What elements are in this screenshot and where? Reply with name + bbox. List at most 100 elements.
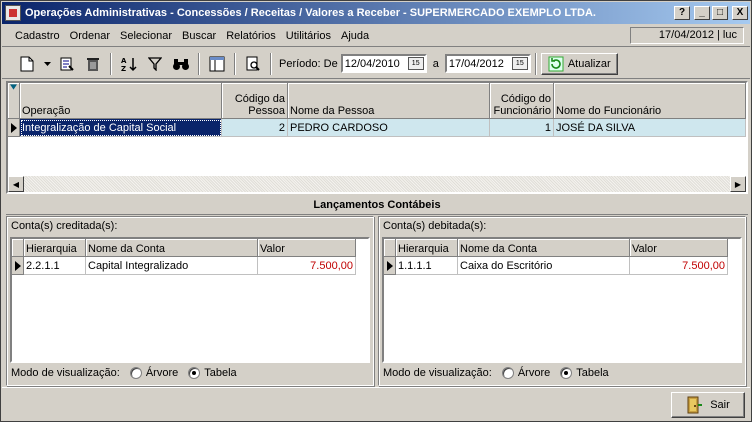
columns-icon[interactable] xyxy=(204,52,230,76)
atualizar-button[interactable]: Atualizar xyxy=(540,52,618,75)
radio-arvore[interactable] xyxy=(129,367,142,379)
header-indicator xyxy=(12,239,24,257)
open-icon[interactable] xyxy=(54,52,80,76)
view-mode-label: Modo de visualização: xyxy=(11,367,120,379)
scroll-track[interactable] xyxy=(24,176,730,192)
radio-arvore[interactable] xyxy=(501,367,514,379)
delete-icon[interactable] xyxy=(80,52,106,76)
cell-codigo-funcionario[interactable]: 1 xyxy=(490,119,554,137)
cell-hierarquia[interactable]: 1.1.1.1 xyxy=(396,257,458,275)
binoculars-icon[interactable] xyxy=(168,52,194,76)
debit-panel: Conta(s) debitada(s): Hierarquia Nome da… xyxy=(378,216,746,386)
col-header-nome-funcionario[interactable]: Nome do Funcionário xyxy=(554,83,746,119)
sair-button[interactable]: Sair xyxy=(671,392,745,418)
radio-tabela[interactable] xyxy=(188,367,201,379)
col-header-nome-conta[interactable]: Nome da Conta xyxy=(86,239,258,257)
help-button[interactable]: ? xyxy=(674,6,690,20)
menu-selecionar[interactable]: Selecionar xyxy=(115,30,177,42)
cell-nome-conta[interactable]: Capital Integralizado xyxy=(86,257,258,275)
row-pointer-icon xyxy=(386,260,393,271)
date-to-value: 17/04/2012 xyxy=(448,57,504,70)
date-to-input[interactable]: 17/04/2012 15 xyxy=(444,54,531,73)
col-header-hierarquia[interactable]: Hierarquia xyxy=(396,239,458,257)
cell-valor[interactable]: 7.500,00 xyxy=(258,257,356,275)
table-row[interactable]: 2.2.1.1 Capital Integralizado 7.500,00 xyxy=(12,257,356,275)
cell-codigo-pessoa[interactable]: 2 xyxy=(222,119,288,137)
header-indicator xyxy=(384,239,396,257)
cell-nome-conta[interactable]: Caixa do Escritório xyxy=(458,257,630,275)
window-title: Operações Administrativas - Concessões /… xyxy=(25,7,596,19)
scroll-left-icon[interactable]: ◀ xyxy=(8,176,24,192)
preview-icon[interactable] xyxy=(240,52,266,76)
horizontal-scrollbar[interactable]: ◀ ▶ xyxy=(8,176,746,192)
filter-icon[interactable] xyxy=(142,52,168,76)
col-header-codigo-funcionario[interactable]: Código do Funcionário xyxy=(490,83,554,119)
lancamentos-title: Lançamentos Contábeis xyxy=(6,195,748,215)
menu-bar: Cadastro Ordenar Selecionar Buscar Relat… xyxy=(2,25,750,47)
operations-grid[interactable]: Operação Código da Pessoa Nome da Pessoa… xyxy=(6,81,748,194)
grid-header: Hierarquia Nome da Conta Valor xyxy=(12,239,356,257)
atualizar-label: Atualizar xyxy=(567,57,611,70)
close-button[interactable]: X xyxy=(732,6,748,20)
calendar-icon[interactable]: 15 xyxy=(511,57,528,70)
credit-title: Conta(s) creditada(s): xyxy=(11,220,118,232)
header-indicator xyxy=(8,83,20,119)
menu-ordenar[interactable]: Ordenar xyxy=(65,30,115,42)
radio-tabela-label[interactable]: Tabela xyxy=(576,367,608,379)
date-from-input[interactable]: 12/04/2010 15 xyxy=(340,54,427,73)
col-header-nome-conta[interactable]: Nome da Conta xyxy=(458,239,630,257)
maximize-button[interactable]: □ xyxy=(712,6,728,20)
table-row[interactable]: 1.1.1.1 Caixa do Escritório 7.500,00 xyxy=(384,257,728,275)
minimize-button[interactable]: _ xyxy=(694,6,710,20)
sort-icon[interactable]: AZ xyxy=(116,52,142,76)
col-header-valor[interactable]: Valor xyxy=(258,239,356,257)
row-indicator xyxy=(384,257,396,275)
debit-title: Conta(s) debitada(s): xyxy=(383,220,487,232)
menu-cadastro[interactable]: Cadastro xyxy=(2,30,65,42)
title-bar[interactable]: Operações Administrativas - Concessões /… xyxy=(2,2,750,24)
exit-door-icon xyxy=(687,396,703,414)
row-pointer-icon xyxy=(14,260,21,271)
row-indicator xyxy=(8,119,20,137)
col-header-valor[interactable]: Valor xyxy=(630,239,728,257)
menu-buscar[interactable]: Buscar xyxy=(177,30,221,42)
grid-header: Operação Código da Pessoa Nome da Pessoa… xyxy=(8,83,746,119)
table-row[interactable]: Integralização de Capital Social 2 PEDRO… xyxy=(8,119,746,137)
radio-arvore-label[interactable]: Árvore xyxy=(146,367,178,379)
col-header-operacao[interactable]: Operação xyxy=(20,83,222,119)
debit-view-mode: Modo de visualização: Árvore Tabela xyxy=(383,367,609,379)
calendar-icon[interactable]: 15 xyxy=(407,57,424,70)
sair-label: Sair xyxy=(710,399,730,411)
cell-operacao[interactable]: Integralização de Capital Social xyxy=(20,119,222,137)
a-label: a xyxy=(432,57,439,70)
row-pointer-icon xyxy=(10,122,17,133)
new-icon[interactable] xyxy=(14,52,40,76)
periodo-label: Período: De xyxy=(279,57,338,70)
col-header-codigo-pessoa[interactable]: Código da Pessoa xyxy=(222,83,288,119)
cell-nome-funcionario[interactable]: JOSÉ DA SILVA xyxy=(554,119,746,137)
footer: Sair xyxy=(2,387,750,421)
window: Operações Administrativas - Concessões /… xyxy=(0,0,752,422)
radio-arvore-label[interactable]: Árvore xyxy=(518,367,550,379)
radio-tabela[interactable] xyxy=(560,367,573,379)
view-mode-label: Modo de visualização: xyxy=(383,367,492,379)
cell-hierarquia[interactable]: 2.2.1.1 xyxy=(24,257,86,275)
refresh-icon xyxy=(548,56,564,71)
cell-nome-pessoa[interactable]: PEDRO CARDOSO xyxy=(288,119,490,137)
col-header-nome-pessoa[interactable]: Nome da Pessoa xyxy=(288,83,490,119)
credit-panel: Conta(s) creditada(s): Hierarquia Nome d… xyxy=(6,216,374,386)
radio-tabela-label[interactable]: Tabela xyxy=(204,367,236,379)
credit-view-mode: Modo de visualização: Árvore Tabela xyxy=(11,367,237,379)
debit-grid[interactable]: Hierarquia Nome da Conta Valor 1.1.1.1 C… xyxy=(382,237,742,363)
col-header-hierarquia[interactable]: Hierarquia xyxy=(24,239,86,257)
svg-text:A: A xyxy=(121,57,127,65)
status-date-user: 17/04/2012 | luc xyxy=(630,27,744,44)
menu-ajuda[interactable]: Ajuda xyxy=(336,30,374,42)
dropdown-arrow-icon[interactable] xyxy=(40,52,54,76)
cell-valor[interactable]: 7.500,00 xyxy=(630,257,728,275)
menu-utilitarios[interactable]: Utilitários xyxy=(281,30,336,42)
scroll-right-icon[interactable]: ▶ xyxy=(730,176,746,192)
credit-grid[interactable]: Hierarquia Nome da Conta Valor 2.2.1.1 C… xyxy=(10,237,370,363)
toolbar: AZ Período: De 12/04/2010 15 a 17/04/201… xyxy=(2,49,750,79)
menu-relatorios[interactable]: Relatórios xyxy=(221,30,281,42)
